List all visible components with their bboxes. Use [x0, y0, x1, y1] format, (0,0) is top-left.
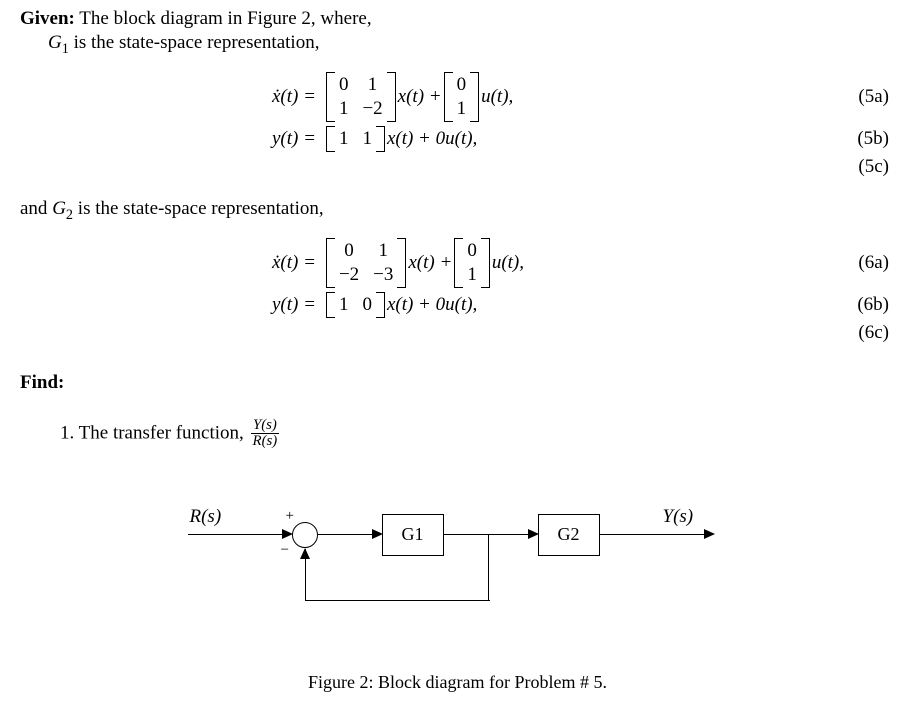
eq5a-num: (5a): [829, 86, 895, 108]
g2-intro: and G2 is the state-space representation…: [20, 198, 895, 224]
eq5b-C: 1 1: [326, 126, 385, 152]
arrow-to-y: [704, 529, 715, 539]
and-label-a: and: [20, 198, 52, 219]
eq-6a: ẋ(t) = 0 1 −2 −3 x(t) + 0: [20, 238, 895, 288]
block-diagram: R(s) Y(s) + − G1 G2: [178, 490, 738, 650]
eq5a-A11: −2: [362, 98, 382, 120]
eq-5b: y(t) = 1 1 x(t) + 0u(t), (5b): [20, 126, 895, 152]
g1-rest: is the state-space representation,: [69, 32, 320, 53]
block-g1: G1: [382, 514, 444, 556]
sum-minus: −: [281, 542, 289, 559]
arrow-r-in: [282, 529, 293, 539]
given-line: Given: The block diagram in Figure 2, wh…: [20, 8, 895, 30]
eq6a-A00: 0: [344, 240, 354, 262]
eq5a-A01: 1: [368, 74, 378, 96]
eq6b-C0: 1: [339, 294, 349, 316]
eq6c-num: (6c): [829, 322, 895, 344]
eq5a-B1: 1: [457, 98, 467, 120]
g1-sub: 1: [62, 41, 69, 57]
g2-symbol: G: [52, 198, 66, 219]
eq5a-B: 0 1: [444, 72, 480, 122]
eq6a-mid2: u(t),: [492, 252, 524, 274]
eq-5a: ẋ(t) = 0 1 1 −2 x(t) + 0: [20, 72, 895, 122]
label-Y: Y(s): [663, 506, 694, 528]
eq5a-mid1: x(t) +: [398, 86, 442, 108]
eq6a-A11: −3: [373, 264, 393, 286]
eq5a-A00: 0: [339, 74, 349, 96]
g1-symbol: G: [48, 32, 62, 53]
g1-intro: G1 is the state-space representation,: [48, 32, 895, 58]
g2-sub: 2: [66, 207, 73, 223]
tf-fraction: Y(s)R(s): [251, 418, 280, 450]
eq6b-num: (6b): [829, 294, 895, 316]
eq6a-B0: 0: [467, 240, 477, 262]
eq5b-C0: 1: [339, 128, 349, 150]
eq6a-A10: −2: [339, 264, 359, 286]
find-heading: Find:: [20, 372, 895, 394]
label-R: R(s): [190, 506, 222, 528]
given-rest: The block diagram in Figure 2, where,: [75, 8, 372, 29]
block-g2: G2: [538, 514, 600, 556]
sum-plus: +: [286, 508, 294, 525]
eq6a-lhs: ẋ(t) =: [272, 252, 316, 274]
and-label-b: is the state-space representation,: [73, 198, 324, 219]
block-diagram-wrap: R(s) Y(s) + − G1 G2: [20, 490, 895, 693]
tf-num: Y(s): [251, 418, 280, 435]
eq-6b: y(t) = 1 0 x(t) + 0u(t), (6b): [20, 292, 895, 318]
enum1-num: 1.: [60, 422, 74, 443]
eq5a-A10: 1: [339, 98, 349, 120]
page-root: Given: The block diagram in Figure 2, wh…: [0, 0, 915, 713]
arrow-feedback-up: [300, 548, 310, 559]
summing-junction-icon: [292, 522, 318, 548]
eq6b-C1: 0: [362, 294, 372, 316]
eq-6c: (6c): [20, 322, 895, 344]
eq5a-mid2: u(t),: [481, 86, 513, 108]
eq5b-mid: x(t) + 0u(t),: [387, 128, 477, 150]
enum1-text: The transfer function,: [74, 422, 248, 443]
eq6a-num: (6a): [829, 252, 895, 274]
tf-den: R(s): [251, 434, 280, 450]
eq5b-lhs: y(t) =: [272, 128, 316, 150]
figure-caption: Figure 2: Block diagram for Problem # 5.: [308, 672, 607, 693]
eq6a-A01: 1: [379, 240, 389, 262]
eq6a-B: 0 1: [454, 238, 490, 288]
eq5b-num: (5b): [829, 128, 895, 150]
eq5a-A: 0 1 1 −2: [326, 72, 396, 122]
eq6b-mid: x(t) + 0u(t),: [387, 294, 477, 316]
eq5a-lhs: ẋ(t) =: [272, 86, 316, 108]
eq6b-lhs: y(t) =: [272, 294, 316, 316]
eq6b-C: 1 0: [326, 292, 385, 318]
eq6a-A: 0 1 −2 −3: [326, 238, 406, 288]
given-label: Given:: [20, 8, 75, 29]
eq5b-C1: 1: [362, 128, 372, 150]
find-item-1: 1. The transfer function, Y(s)R(s): [60, 418, 895, 450]
eq5c-num: (5c): [829, 156, 895, 178]
eq6a-B1: 1: [467, 264, 477, 286]
eq5a-B0: 0: [457, 74, 467, 96]
eq6a-mid1: x(t) +: [408, 252, 452, 274]
eq-5c: (5c): [20, 156, 895, 178]
